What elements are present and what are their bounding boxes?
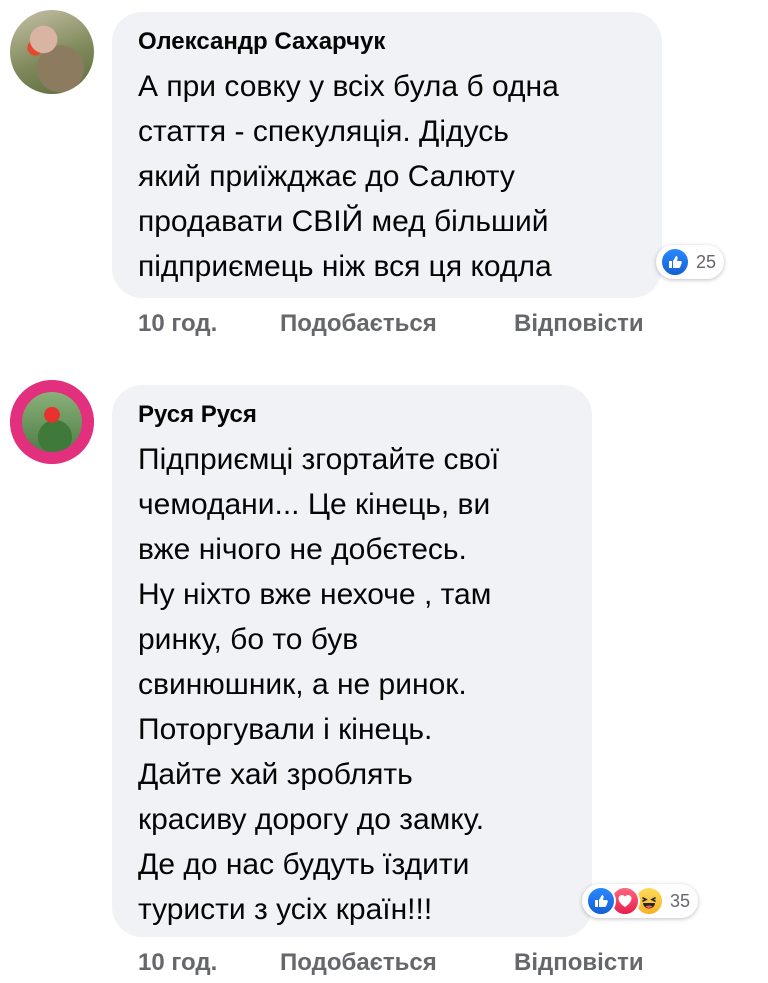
reaction-summary[interactable]: 25 — [656, 245, 725, 279]
comment-time[interactable]: 10 год. — [138, 310, 217, 338]
comment-bubble: Руся Руся Підприємці згортайте свої чемо… — [112, 385, 592, 937]
reply-button[interactable]: Відповісти — [514, 310, 644, 338]
comment-author[interactable]: Руся Руся — [138, 401, 568, 429]
avatar-photo — [22, 392, 82, 452]
comment-text: Підприємці згортайте свої чемодани... Це… — [138, 443, 500, 926]
reaction-count: 25 — [696, 251, 717, 272]
reaction-summary[interactable]: 35 — [582, 884, 699, 918]
comment-text: А при совку у всіх була б одна стаття - … — [138, 70, 559, 283]
like-icon — [586, 886, 616, 916]
reply-button[interactable]: Відповісти — [514, 949, 644, 977]
comment-time[interactable]: 10 год. — [138, 949, 217, 977]
like-button[interactable]: Подобається — [280, 949, 437, 977]
like-icon — [660, 247, 690, 277]
avatar[interactable] — [10, 10, 94, 94]
reaction-count: 35 — [670, 890, 691, 911]
comment-bubble: Олександр Сахарчук А при совку у всіх бу… — [112, 12, 662, 298]
avatar[interactable] — [10, 380, 94, 464]
like-button[interactable]: Подобається — [280, 310, 437, 338]
comment-author[interactable]: Олександр Сахарчук — [138, 28, 638, 56]
